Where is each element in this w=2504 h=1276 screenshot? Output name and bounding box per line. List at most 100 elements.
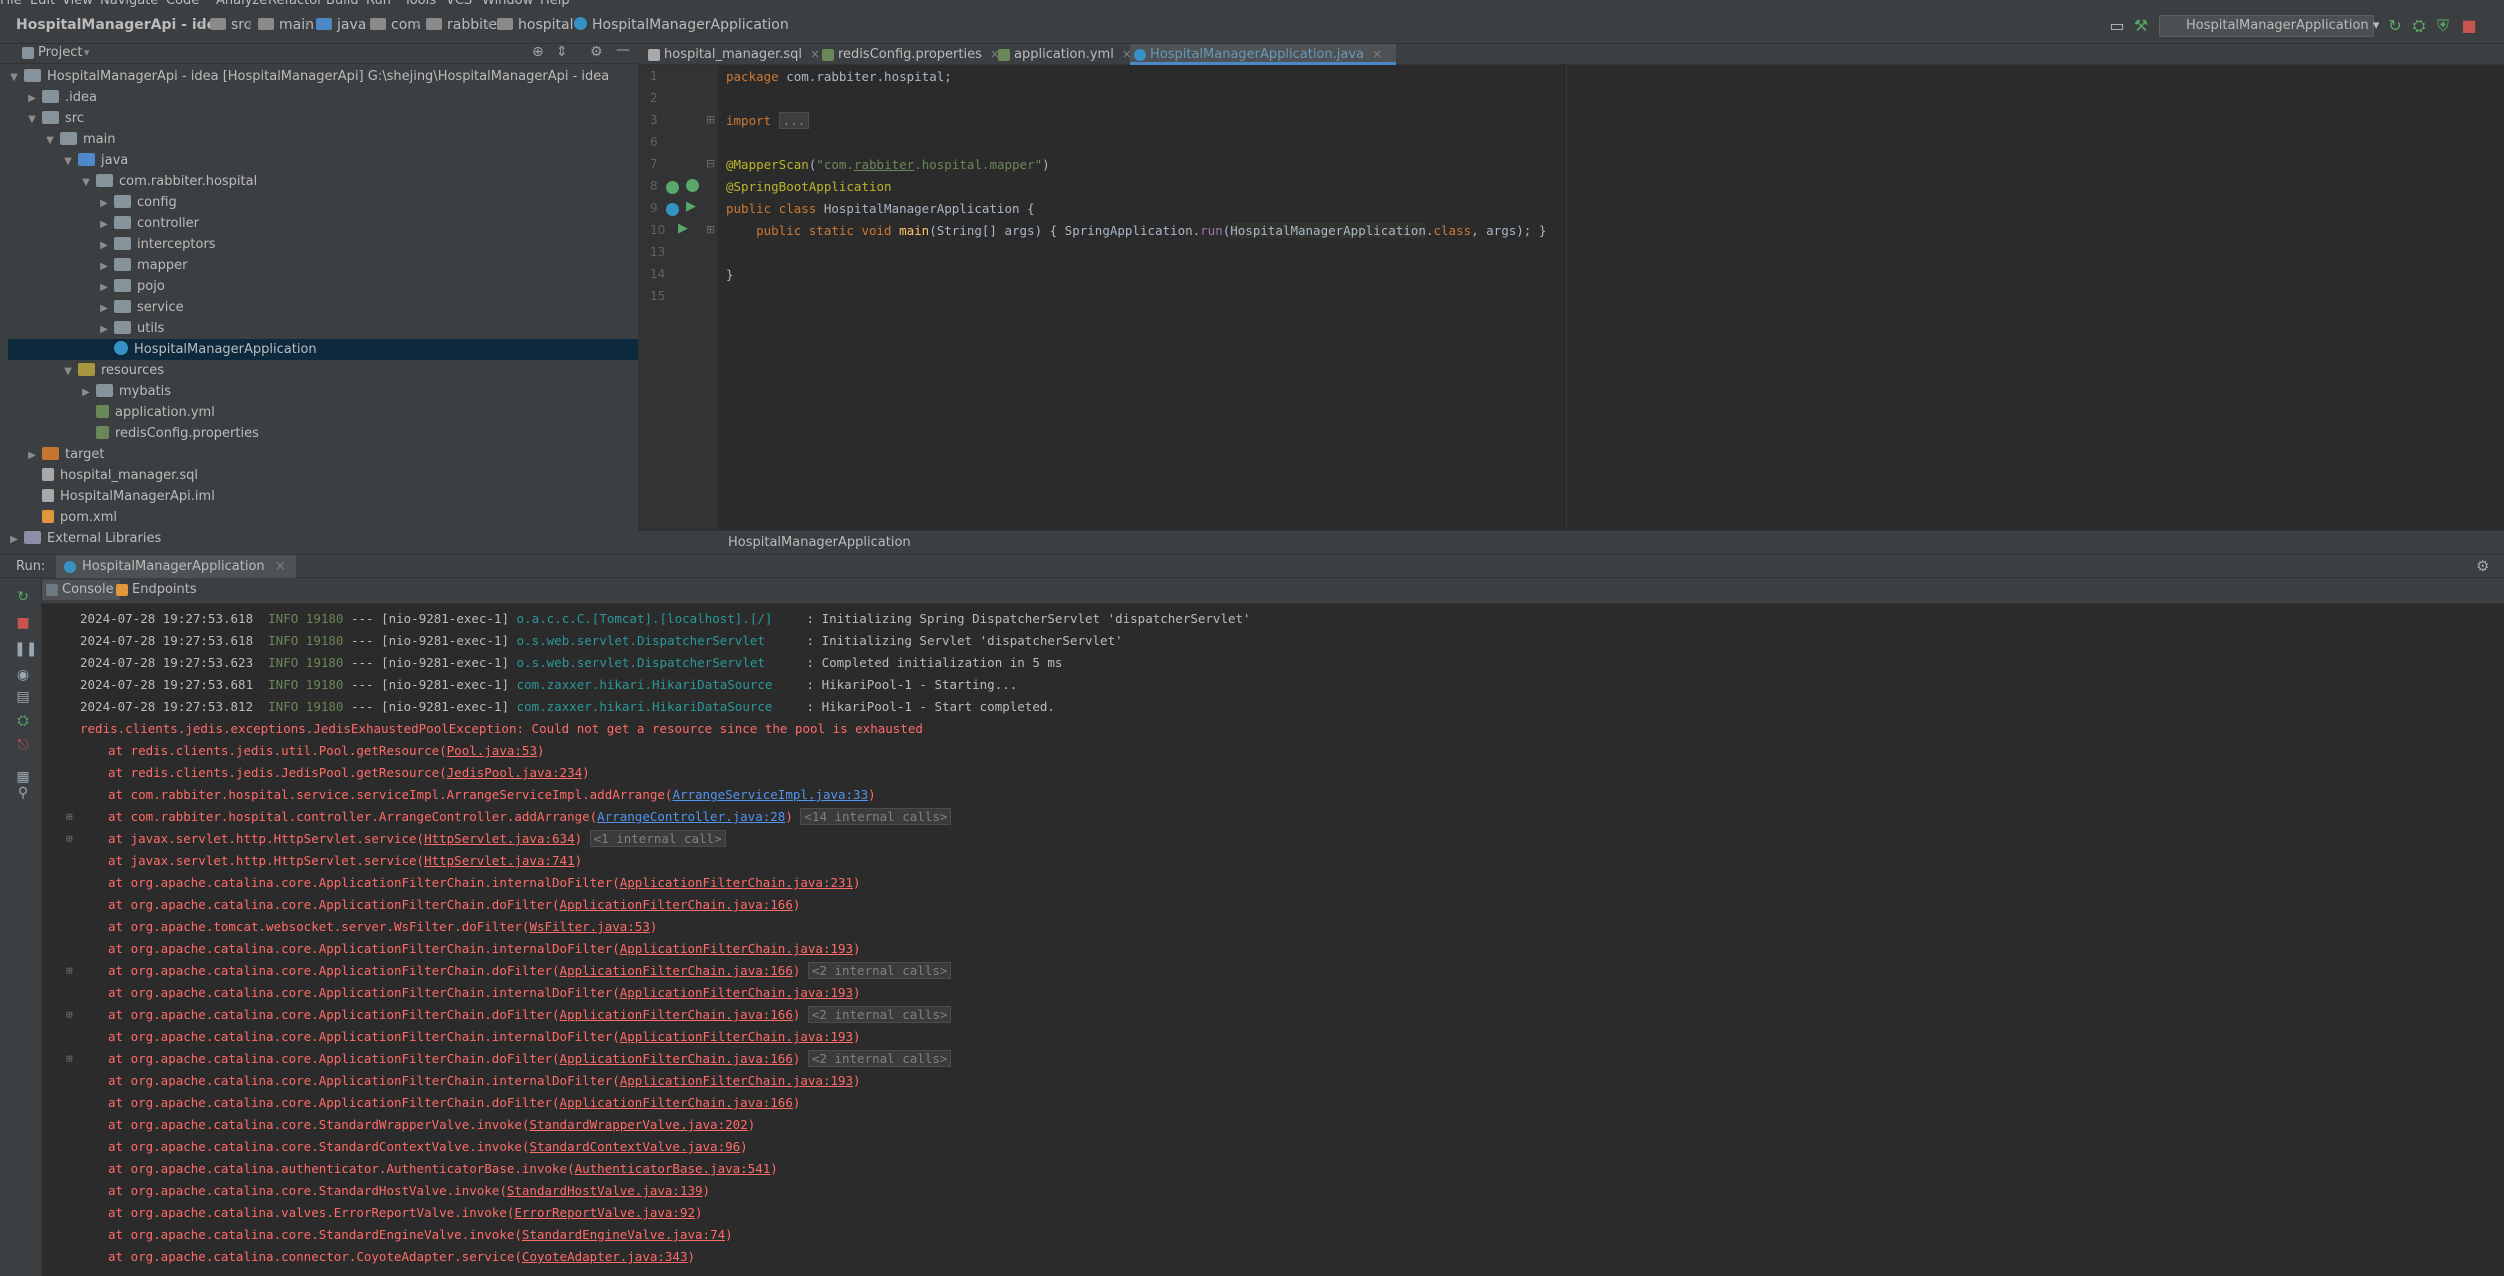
source-link[interactable]: ApplicationFilterChain.java:166 <box>560 897 793 912</box>
source-link[interactable]: ArrangeServiceImpl.java:33 <box>672 787 868 802</box>
tree-item[interactable]: ▶ pojo <box>8 276 638 297</box>
chevron-right-icon[interactable]: ▶ <box>98 319 110 340</box>
chevron-right-icon[interactable]: ▶ <box>98 256 110 277</box>
chevron-down-icon[interactable]: ▼ <box>80 172 92 193</box>
internal-calls-hint[interactable]: <14 internal calls> <box>800 808 952 825</box>
tree-item[interactable]: ▶ controller <box>8 213 638 234</box>
tree-item[interactable]: ▶ mybatis <box>8 381 638 402</box>
rerun-icon[interactable]: ↻ <box>14 588 32 606</box>
spring-bean-icon[interactable] <box>666 181 679 194</box>
spring-app-icon[interactable] <box>666 203 679 216</box>
tree-item[interactable]: ▶ interceptors <box>8 234 638 255</box>
fold-icon[interactable]: ⊞ <box>706 223 715 236</box>
source-link[interactable]: StandardContextValve.java:96 <box>529 1139 740 1154</box>
tree-item[interactable]: ▶ .idea <box>8 87 638 108</box>
build-hammer-icon[interactable]: ⚒ <box>2132 17 2150 35</box>
chevron-down-icon[interactable]: ▼ <box>62 151 74 172</box>
chevron-right-icon[interactable]: ▶ <box>98 235 110 256</box>
internal-calls-hint[interactable]: <2 internal calls> <box>807 1006 952 1023</box>
chevron-right-icon[interactable]: ▶ <box>8 529 20 550</box>
run-gutter-icon[interactable]: ▶ <box>678 221 688 236</box>
chevron-right-icon[interactable]: ▶ <box>98 298 110 319</box>
console-output[interactable]: 2024-07-28 19:27:53.618 INFO 19180 --- [… <box>42 604 2504 1276</box>
internal-calls-hint[interactable]: <1 internal call> <box>589 830 726 847</box>
tree-item[interactable]: ▶ config <box>8 192 638 213</box>
tree-item[interactable]: ▼ main <box>8 129 638 150</box>
source-link[interactable]: ApplicationFilterChain.java:166 <box>560 963 793 978</box>
tab-endpoints[interactable]: Endpoints <box>112 580 203 600</box>
tree-item[interactable]: redisConfig.properties <box>8 423 638 444</box>
menu-run[interactable]: Run <box>366 0 391 8</box>
tab-hospital-manager-application[interactable]: HospitalManagerApplication.java × <box>1130 44 1396 65</box>
tree-item[interactable]: ▼ com.rabbiter.hospital <box>8 171 638 192</box>
tab-hospital-manager-sql[interactable]: hospital_manager.sql × <box>644 44 820 65</box>
folded-imports[interactable]: ... <box>778 112 810 129</box>
chevron-down-icon[interactable]: ▼ <box>44 130 56 151</box>
gear-icon[interactable]: ⚙ <box>590 44 603 60</box>
source-link[interactable]: ApplicationFilterChain.java:166 <box>560 1007 793 1022</box>
restore-layout-icon[interactable]: ▤ <box>14 688 32 706</box>
source-link[interactable]: AuthenticatorBase.java:541 <box>575 1161 771 1176</box>
pause-icon[interactable]: ❚❚ <box>14 640 37 658</box>
source-link[interactable]: CoyoteAdapter.java:343 <box>522 1249 688 1264</box>
chevron-down-icon[interactable]: ▾ <box>84 46 90 59</box>
source-link[interactable]: HttpServlet.java:634 <box>424 831 575 846</box>
source-link[interactable]: ErrorReportValve.java:92 <box>514 1205 695 1220</box>
source-link[interactable]: ApplicationFilterChain.java:193 <box>620 941 853 956</box>
close-icon[interactable]: × <box>275 559 286 574</box>
pin-icon[interactable]: ⚲ <box>14 784 32 802</box>
chevron-down-icon[interactable]: ▼ <box>8 67 20 88</box>
fold-icon[interactable]: ⊟ <box>706 157 715 170</box>
menu-help[interactable]: Help <box>540 0 570 8</box>
project-panel-title[interactable]: Project <box>38 45 82 60</box>
menu-view[interactable]: View <box>62 0 93 8</box>
source-link[interactable]: ApplicationFilterChain.java:166 <box>560 1095 793 1110</box>
tree-item[interactable]: ▼ HospitalManagerApi - idea [HospitalMana… <box>8 66 638 87</box>
menu-file[interactable]: File <box>0 0 22 8</box>
tree-item[interactable]: application.yml <box>8 402 638 423</box>
menu-edit[interactable]: Edit <box>30 0 55 8</box>
chevron-right-icon[interactable]: ▶ <box>98 214 110 235</box>
tree-item[interactable]: pom.xml <box>8 507 638 528</box>
close-icon[interactable]: × <box>1372 47 1382 61</box>
chevron-right-icon[interactable]: ▶ <box>80 382 92 403</box>
chevron-right-icon[interactable]: ▶ <box>26 88 38 109</box>
debug-icon[interactable]: ⛭ <box>14 712 32 730</box>
spring-boot-icon[interactable] <box>686 179 699 192</box>
source-link[interactable]: ArrangeController.java:28 <box>597 809 785 824</box>
camera-icon[interactable]: ◉ <box>14 666 32 684</box>
source-link[interactable]: ApplicationFilterChain.java:193 <box>620 1073 853 1088</box>
source-link[interactable]: ApplicationFilterChain.java:166 <box>560 1051 793 1066</box>
run-tab-hospital-manager-application[interactable]: HospitalManagerApplication × <box>56 555 296 578</box>
tree-item[interactable]: HospitalManagerApi.iml <box>8 486 638 507</box>
menu-vcs[interactable]: VCS <box>446 0 472 8</box>
internal-calls-hint[interactable]: <2 internal calls> <box>807 1050 952 1067</box>
menu-navigate[interactable]: Navigate <box>100 0 158 8</box>
source-link[interactable]: StandardHostValve.java:139 <box>507 1183 703 1198</box>
menu-tools[interactable]: Tools <box>404 0 436 8</box>
menu-window[interactable]: Window <box>482 0 533 8</box>
menu-refactor[interactable]: Refactor <box>268 0 323 8</box>
menu-build[interactable]: Build <box>326 0 359 8</box>
breadcrumb-project[interactable]: HospitalManagerApi - idea <box>16 17 226 33</box>
chevron-right-icon[interactable]: ▶ <box>98 277 110 298</box>
exit-icon[interactable]: ⎋ <box>14 736 32 754</box>
source-link[interactable]: Pool.java:53 <box>447 743 537 758</box>
tree-item[interactable]: ▶ utils <box>8 318 638 339</box>
run-configuration-select[interactable]: HospitalManagerApplication ▾ <box>2159 15 2379 37</box>
editor-breadcrumb-class[interactable]: HospitalManagerApplication <box>728 535 911 550</box>
expand-icon[interactable]: ⊞ <box>66 810 73 823</box>
coverage-icon[interactable]: ⛨ <box>2434 17 2452 35</box>
source-link[interactable]: JedisPool.java:234 <box>447 765 582 780</box>
source-link[interactable]: WsFilter.java:53 <box>529 919 649 934</box>
debug-icon[interactable]: ⛭ <box>2410 17 2428 35</box>
tree-item[interactable]: ▼ resources <box>8 360 638 381</box>
internal-calls-hint[interactable]: <2 internal calls> <box>807 962 952 979</box>
source-link[interactable]: ApplicationFilterChain.java:231 <box>620 875 853 890</box>
breadcrumb-class[interactable]: HospitalManagerApplication <box>574 17 789 33</box>
fold-icon[interactable]: ⊞ <box>706 113 715 126</box>
tree-item[interactable]: ▶ target <box>8 444 638 465</box>
source-link[interactable]: StandardEngineValve.java:74 <box>522 1227 725 1242</box>
tree-item[interactable]: ▶ service <box>8 297 638 318</box>
source-link[interactable]: ApplicationFilterChain.java:193 <box>620 1029 853 1044</box>
